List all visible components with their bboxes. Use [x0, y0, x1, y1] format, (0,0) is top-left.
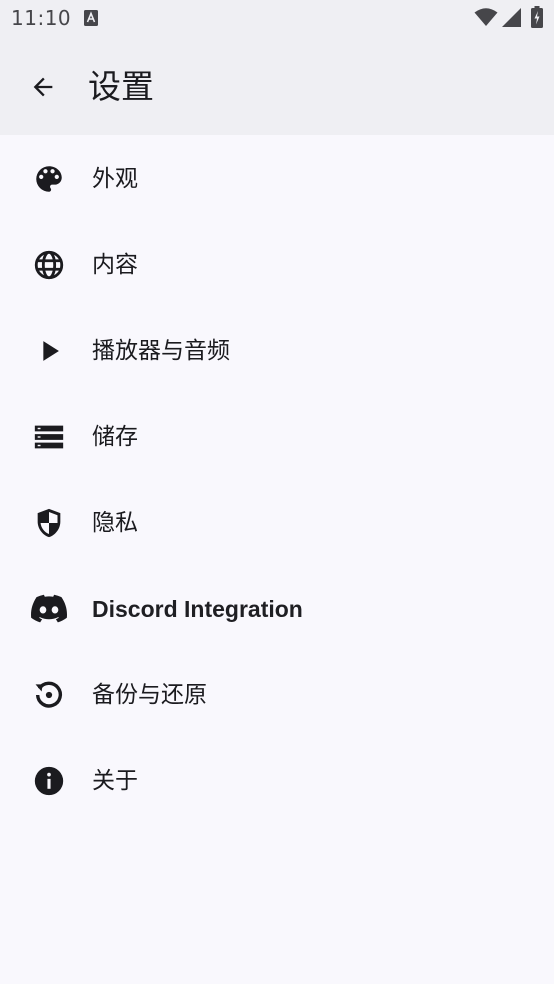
app-bar: 设置 — [0, 38, 554, 135]
settings-item-label: 关于 — [92, 768, 138, 794]
settings-item-label: 内容 — [92, 252, 138, 278]
settings-item-content[interactable]: 内容 — [0, 221, 554, 307]
settings-item-label: 隐私 — [92, 510, 138, 536]
globe-icon — [31, 247, 67, 283]
settings-item-backup-restore[interactable]: 备份与还原 — [0, 651, 554, 737]
wifi-icon — [474, 8, 498, 26]
battery-icon — [531, 6, 543, 28]
settings-item-about[interactable]: 关于 — [0, 737, 554, 823]
settings-item-appearance[interactable]: 外观 — [0, 135, 554, 221]
palette-icon — [31, 161, 67, 197]
settings-item-label: Discord Integration — [92, 596, 303, 622]
settings-item-storage[interactable]: 储存 — [0, 393, 554, 479]
settings-item-privacy[interactable]: 隐私 — [0, 479, 554, 565]
settings-list: 外观 内容 播放器与音频 储存 隐私 Discord Integration 备… — [0, 135, 554, 823]
settings-item-label: 播放器与音频 — [92, 338, 230, 364]
settings-item-label: 备份与还原 — [92, 682, 207, 708]
shield-icon — [31, 505, 67, 541]
settings-item-label: 储存 — [92, 424, 138, 450]
discord-icon — [31, 591, 67, 627]
settings-item-discord[interactable]: Discord Integration — [0, 565, 554, 651]
arrow-back-icon — [33, 77, 53, 97]
storage-icon — [31, 419, 67, 455]
back-button[interactable] — [21, 65, 65, 109]
page-title: 设置 — [88, 67, 154, 106]
status-bar: 11:10 — [0, 0, 554, 38]
restore-icon — [31, 677, 67, 713]
settings-item-player-audio[interactable]: 播放器与音频 — [0, 307, 554, 393]
status-time: 11:10 — [11, 6, 72, 30]
cell-signal-icon — [502, 8, 521, 27]
info-icon — [31, 763, 67, 799]
settings-item-label: 外观 — [92, 166, 138, 192]
accessibility-notification-icon — [84, 10, 98, 26]
play-icon — [31, 333, 67, 369]
